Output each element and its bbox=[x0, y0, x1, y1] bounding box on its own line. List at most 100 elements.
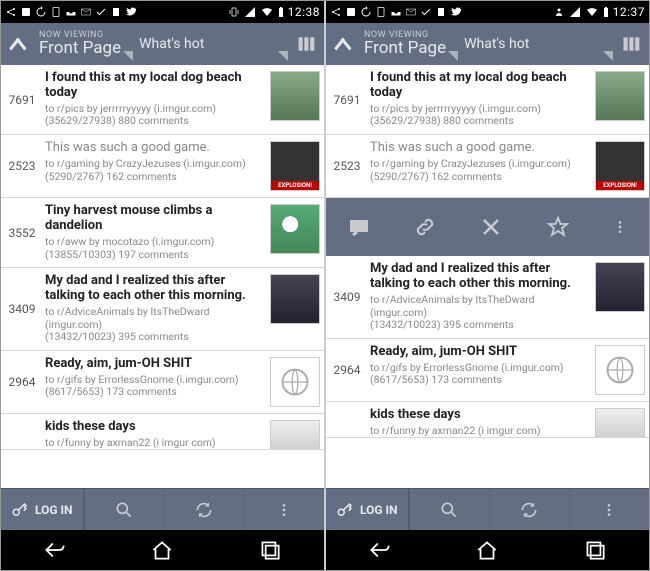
post-score: 2964 bbox=[330, 345, 364, 395]
app-icon bbox=[345, 6, 357, 18]
post-score: 7691 bbox=[330, 71, 364, 128]
post-title: My dad and I realized this after talking… bbox=[45, 274, 264, 304]
battery-icon bbox=[602, 6, 610, 18]
overflow-icon bbox=[601, 502, 617, 518]
post-item[interactable]: 2964 Ready, aim, jum-OH SHIT to r/gifs b… bbox=[1, 351, 324, 414]
post-thumbnail[interactable] bbox=[595, 71, 645, 121]
link-button[interactable] bbox=[413, 215, 437, 239]
wifi-icon bbox=[585, 6, 599, 18]
login-label: LOG IN bbox=[35, 503, 73, 517]
post-item[interactable]: kids these days to r/funny by axman22 (i… bbox=[1, 414, 324, 450]
post-score: 2964 bbox=[5, 357, 39, 407]
back-button[interactable] bbox=[42, 537, 68, 563]
login-button[interactable]: LOG IN bbox=[1, 489, 84, 530]
tablet-icon bbox=[375, 6, 387, 18]
sort-selector[interactable]: What's hot bbox=[139, 36, 276, 52]
comment-button[interactable] bbox=[347, 215, 371, 239]
back-button[interactable] bbox=[367, 537, 393, 563]
post-item[interactable]: 2523 This was such a good game. to r/gam… bbox=[1, 135, 324, 198]
vibrate-icon bbox=[228, 6, 240, 18]
post-item[interactable]: 2523 This was such a good game. to r/gam… bbox=[326, 135, 649, 198]
status-bar: 12:37 bbox=[326, 1, 649, 23]
close-button[interactable] bbox=[479, 215, 503, 239]
refresh-icon bbox=[519, 500, 539, 520]
post-thumbnail[interactable] bbox=[270, 71, 320, 121]
sync-icon bbox=[360, 6, 372, 18]
refresh-button[interactable] bbox=[164, 489, 244, 530]
post-thumbnail[interactable] bbox=[595, 408, 645, 438]
post-title: I found this at my local dog beach today bbox=[370, 71, 589, 101]
sync-icon bbox=[35, 6, 47, 18]
post-item[interactable]: kids these days to r/funny by axman22 (i… bbox=[326, 402, 649, 438]
key-icon bbox=[11, 501, 29, 519]
signal-icon bbox=[243, 6, 257, 18]
subreddit-drawer-icon[interactable] bbox=[619, 34, 643, 54]
login-button[interactable]: LOG IN bbox=[326, 489, 409, 530]
home-button[interactable] bbox=[149, 537, 175, 563]
post-title: kids these days bbox=[45, 420, 264, 435]
sort-selector[interactable]: What's hot bbox=[464, 36, 601, 52]
post-title: My dad and I realized this after talking… bbox=[370, 262, 589, 292]
check-icon bbox=[420, 6, 432, 18]
overflow-button[interactable] bbox=[612, 217, 628, 237]
post-meta: to r/AdviceAnimals by ItsTheDward (imgur… bbox=[370, 294, 589, 319]
inbox-icon bbox=[65, 6, 77, 18]
signal-icon bbox=[568, 6, 582, 18]
post-item[interactable]: 7691 I found this at my local dog beach … bbox=[326, 65, 649, 135]
page-selector[interactable]: NOW VIEWING Front Page bbox=[39, 30, 121, 58]
page-title: Front Page bbox=[364, 38, 446, 58]
app-icon bbox=[20, 6, 32, 18]
post-item[interactable]: 2964 Ready, aim, jum-OH SHIT to r/gifs b… bbox=[326, 339, 649, 402]
dropdown-icon bbox=[448, 51, 458, 61]
post-meta2: (35629/27938) 880 comments bbox=[45, 115, 264, 128]
post-meta2: (8617/5653) 173 comments bbox=[45, 386, 264, 399]
post-title: Ready, aim, jum-OH SHIT bbox=[45, 357, 264, 372]
post-meta: to r/funny by axman22 (i imgur com) bbox=[45, 437, 264, 450]
search-icon bbox=[114, 500, 134, 520]
twitter-icon bbox=[450, 6, 462, 18]
post-score: 2523 bbox=[5, 141, 39, 191]
post-item[interactable]: 7691 I found this at my local dog beach … bbox=[1, 65, 324, 135]
home-button[interactable] bbox=[474, 537, 500, 563]
refresh-icon bbox=[194, 500, 214, 520]
post-score: 3409 bbox=[330, 262, 364, 332]
post-meta2: (13432/10023) 395 comments bbox=[370, 319, 589, 332]
post-item[interactable]: 3409 My dad and I realized this after ta… bbox=[1, 268, 324, 351]
post-list: 7691 I found this at my local dog beach … bbox=[326, 65, 649, 488]
post-thumbnail[interactable] bbox=[595, 345, 645, 395]
post-thumbnail[interactable] bbox=[595, 141, 645, 191]
recent-button[interactable] bbox=[257, 537, 283, 563]
battery-icon bbox=[277, 6, 285, 18]
refresh-button[interactable] bbox=[489, 489, 569, 530]
android-nav-bar bbox=[1, 530, 324, 570]
post-thumbnail[interactable] bbox=[270, 357, 320, 407]
search-button[interactable] bbox=[409, 489, 489, 530]
post-thumbnail[interactable] bbox=[270, 420, 320, 450]
bottom-toolbar: LOG IN bbox=[326, 488, 649, 530]
mail-icon bbox=[80, 6, 92, 18]
overflow-button[interactable] bbox=[569, 489, 649, 530]
post-score bbox=[330, 408, 364, 431]
post-thumbnail[interactable] bbox=[270, 204, 320, 254]
clock: 12:38 bbox=[288, 5, 320, 19]
post-thumbnail[interactable] bbox=[595, 262, 645, 312]
key-icon bbox=[336, 501, 354, 519]
page-selector[interactable]: NOW VIEWING Front Page bbox=[364, 30, 446, 58]
post-meta2: (13432/10023) 395 comments bbox=[45, 331, 264, 344]
page-title: Front Page bbox=[39, 38, 121, 58]
recent-button[interactable] bbox=[582, 537, 608, 563]
star-button[interactable] bbox=[546, 215, 570, 239]
post-title: Tiny harvest mouse climbs a dandelion bbox=[45, 204, 264, 234]
post-thumbnail[interactable] bbox=[270, 141, 320, 191]
search-button[interactable] bbox=[84, 489, 164, 530]
post-item[interactable]: 3409 My dad and I realized this after ta… bbox=[326, 256, 649, 339]
dropdown-icon bbox=[278, 51, 288, 61]
post-action-row bbox=[326, 198, 649, 256]
post-meta: to r/AdviceAnimals by ItsTheDward (imgur… bbox=[45, 306, 264, 331]
twitter-icon bbox=[125, 6, 137, 18]
post-thumbnail[interactable] bbox=[270, 274, 320, 324]
clock: 12:37 bbox=[613, 5, 645, 19]
subreddit-drawer-icon[interactable] bbox=[294, 34, 318, 54]
post-item[interactable]: 3552 Tiny harvest mouse climbs a dandeli… bbox=[1, 198, 324, 268]
overflow-button[interactable] bbox=[244, 489, 324, 530]
